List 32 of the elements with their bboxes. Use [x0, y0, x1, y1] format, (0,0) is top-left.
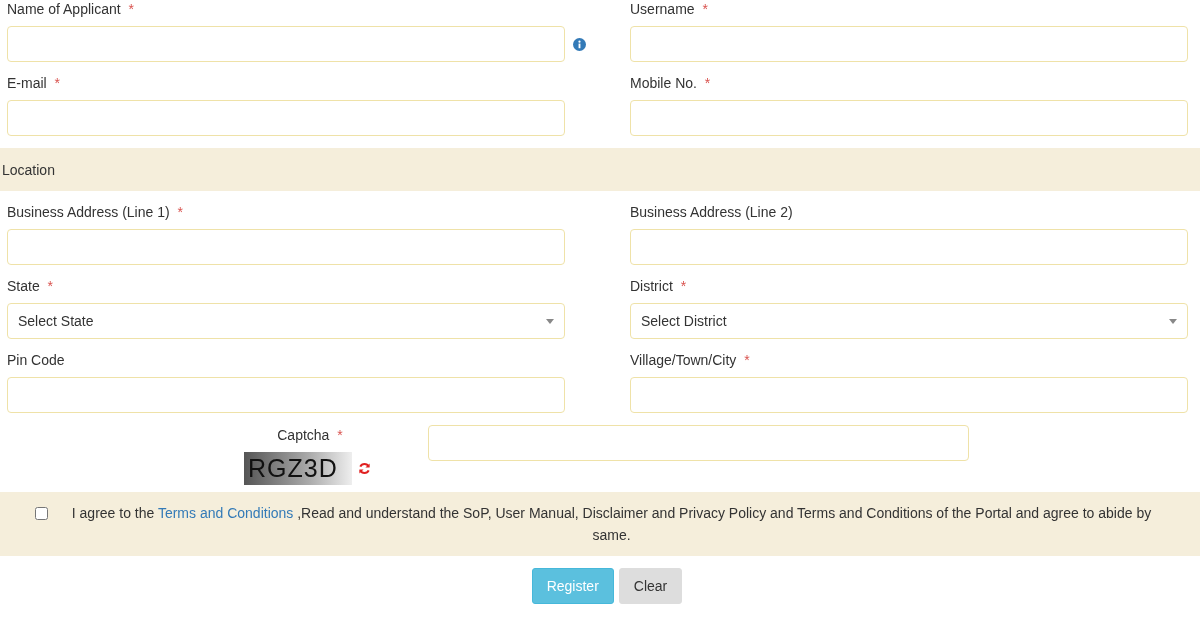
- section-heading: Location: [2, 161, 55, 178]
- field-label: Pin Code: [7, 351, 66, 369]
- input-field[interactable]: [630, 229, 1188, 265]
- agreement-text: I agree to the Terms and Conditions ,Read and understand the SoP, User Manual, Disclaimer and Privacy Policy and Terms and Conditions of the Portal and agree to abide by same.: [70, 504, 1153, 545]
- input-field[interactable]: [7, 26, 565, 62]
- input-field[interactable]: [630, 377, 1188, 413]
- field-label: Mobile No. *: [630, 74, 712, 92]
- captcha-image: RGZ3D: [244, 452, 352, 485]
- info-icon[interactable]: [573, 38, 586, 51]
- field-label: Village/Town/City *: [630, 351, 751, 369]
- field-label: State *: [7, 277, 55, 295]
- field-label: Username *: [630, 0, 709, 18]
- agree-checkbox[interactable]: [34, 507, 48, 520]
- input-field[interactable]: [7, 100, 565, 136]
- field-label: Business Address (Line 2): [630, 203, 794, 221]
- field-label: E-mail *: [7, 74, 61, 92]
- dropdown[interactable]: Select State: [7, 303, 565, 339]
- refresh-icon[interactable]: [358, 462, 371, 475]
- input-field[interactable]: [7, 229, 565, 265]
- captcha-input[interactable]: [428, 425, 969, 461]
- field-label: Name of Applicant *: [7, 0, 135, 18]
- terms-link[interactable]: Terms and Conditions: [157, 505, 294, 521]
- clear-button[interactable]: Clear: [618, 568, 683, 604]
- field-label: Captcha *: [276, 426, 344, 444]
- field-label: Business Address (Line 1) *: [7, 203, 184, 221]
- input-field[interactable]: [7, 377, 565, 413]
- caret-icon: [546, 318, 554, 324]
- dropdown[interactable]: Select District: [630, 303, 1188, 339]
- input-field[interactable]: [630, 100, 1188, 136]
- field-label: District *: [630, 277, 688, 295]
- caret-icon: [1169, 318, 1177, 324]
- input-field[interactable]: [630, 26, 1188, 62]
